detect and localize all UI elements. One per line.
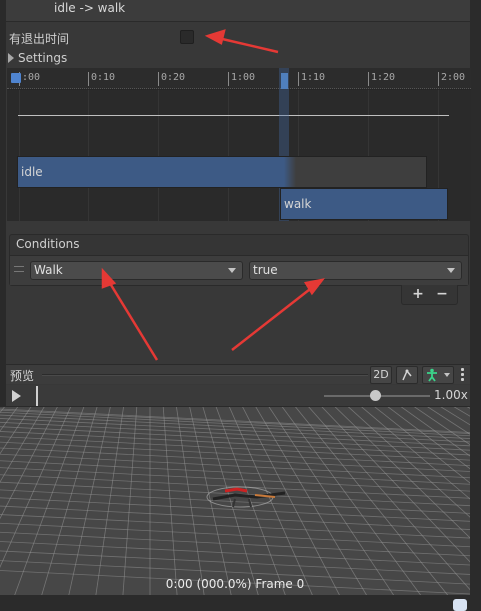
annotation-arrow (217, 36, 279, 54)
annotation-arrowhead (101, 267, 117, 289)
more-options-icon[interactable] (461, 368, 465, 382)
annotation-arrow (231, 285, 315, 351)
frame-status: 0:00 (000.0%) Frame 0 (165, 577, 305, 591)
bottom-status-strip (0, 595, 481, 611)
preview-title: 预览 (10, 369, 35, 383)
playback-bar: 1.00x (6, 385, 470, 407)
speed-value: 1.00x (434, 388, 468, 402)
animator-transition-inspector: { "header": {"title": "idle -> walk"}, "… (0, 0, 481, 611)
pivot-toggle-button[interactable] (396, 366, 418, 384)
annotation-arrow (106, 279, 159, 361)
preview-viewport[interactable]: 0:00 (000.0%) Frame 0 (0, 407, 470, 595)
tag-icon[interactable] (453, 599, 467, 611)
pivot-icon (402, 369, 412, 381)
toolbar-separator (42, 374, 368, 376)
play-icon[interactable] (12, 390, 21, 402)
chevron-down-icon (444, 373, 450, 377)
speed-slider-knob[interactable] (370, 390, 381, 401)
time-scrubber-cursor[interactable] (36, 386, 38, 406)
preview-toolbar: 预览 2D (6, 364, 470, 384)
annotation-arrowhead (204, 29, 226, 45)
view-2d-button[interactable]: 2D (370, 366, 392, 384)
humanoid-avatar-icon (427, 368, 437, 382)
avatar-dropdown-button[interactable] (422, 366, 454, 384)
character-model (206, 486, 286, 508)
